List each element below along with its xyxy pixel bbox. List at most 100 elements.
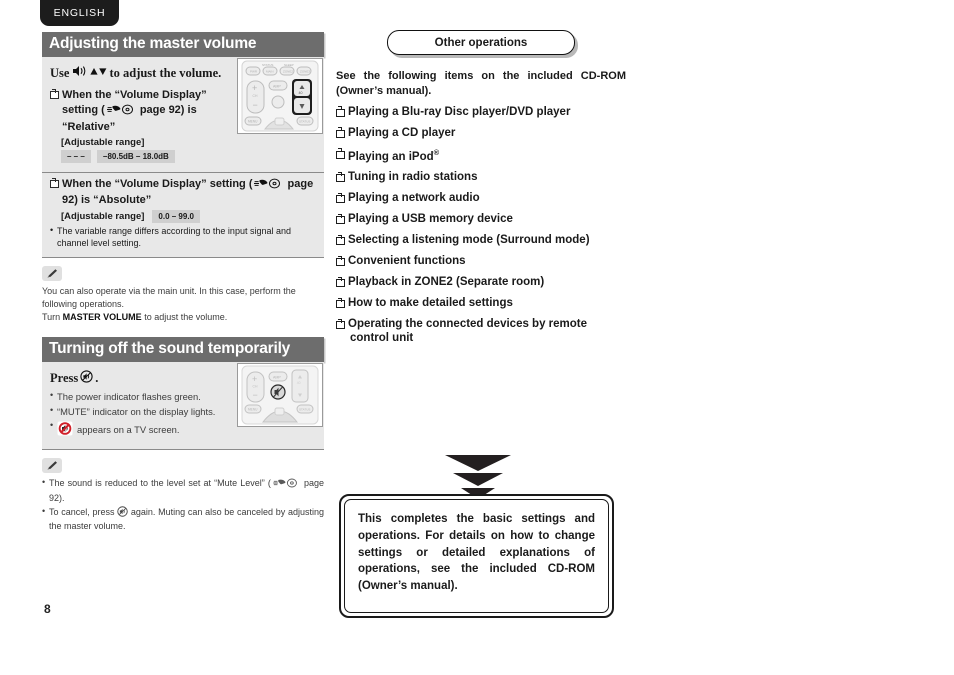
master-volume-emphasis: MASTER VOLUME bbox=[62, 311, 142, 322]
page-number: 8 bbox=[44, 602, 51, 616]
press-suffix: . bbox=[95, 370, 99, 385]
mute-bullet-1: The power indicator flashes green. bbox=[50, 390, 222, 403]
remote-control-volume-buttons-illustration: STATUS SLEEP PWR MAIN ZONE2 ZONE3 + CH − bbox=[237, 58, 323, 134]
note-text-main-unit: You can also operate via the main unit. … bbox=[42, 285, 324, 324]
note-block-mute-level: The sound is reduced to the level set at… bbox=[42, 458, 324, 532]
svg-text:CH: CH bbox=[253, 94, 258, 98]
note-line-2: Turn MASTER VOLUME to adjust the volume. bbox=[42, 311, 324, 324]
note-line-2-prefix: Turn bbox=[42, 311, 63, 322]
svg-text:MENU: MENU bbox=[248, 120, 258, 124]
down-triangles-icon bbox=[445, 455, 511, 499]
triangle-large bbox=[445, 455, 511, 471]
op-label-line2: control unit bbox=[350, 332, 414, 345]
mute-bullet-3-text: appears on a TV screen. bbox=[77, 424, 180, 436]
svg-text:+: + bbox=[252, 374, 257, 384]
svg-text:ZONE3: ZONE3 bbox=[300, 70, 310, 74]
checkbox-square-icon bbox=[336, 127, 345, 138]
op-label: Playing a network audio bbox=[348, 192, 480, 205]
up-down-arrows-icon bbox=[90, 66, 107, 80]
completion-callout-box: This completes the basic settings and op… bbox=[339, 494, 614, 618]
list-item: Operating the connected devices by remot… bbox=[336, 318, 626, 346]
volume-speaker-icon bbox=[71, 65, 88, 81]
press-prefix: Press bbox=[50, 370, 79, 385]
remote-control-mute-button-illustration: + CH − AMP 40 MENU STATUS bbox=[237, 362, 323, 427]
completion-callout-inner: This completes the basic settings and op… bbox=[344, 499, 609, 613]
range-chip-absolute: 0.0 – 99.0 bbox=[152, 210, 200, 224]
item-text-a: When the “Volume Display” setting ( bbox=[62, 177, 253, 190]
svg-text:PWR: PWR bbox=[250, 70, 258, 74]
list-item: Playing a USB memory device bbox=[336, 213, 626, 227]
volume-display-relative-item: When the “Volume Display” setting ( page… bbox=[50, 88, 222, 135]
svg-text:ZONE2: ZONE2 bbox=[283, 70, 293, 74]
svg-text:−: − bbox=[253, 100, 258, 110]
checkbox-square-icon bbox=[336, 148, 345, 159]
svg-text:−: − bbox=[253, 390, 258, 400]
right-column: Other operations See the following items… bbox=[336, 30, 626, 353]
svg-text:CH: CH bbox=[253, 384, 258, 388]
checkbox-square-icon bbox=[336, 172, 345, 183]
checkbox-square-icon bbox=[336, 297, 345, 309]
op-label: Tuning in radio stations bbox=[348, 171, 478, 184]
op-label: Selecting a listening mode (Surround mod… bbox=[348, 234, 590, 247]
note-text-mute-level: The sound is reduced to the level set at… bbox=[42, 476, 324, 532]
op-label: Playing an iPod bbox=[348, 150, 434, 163]
use-suffix: to adjust the volume. bbox=[109, 65, 222, 80]
checkbox-square-icon bbox=[336, 276, 345, 288]
checkbox-square-icon bbox=[336, 193, 345, 204]
mute-button-icon bbox=[117, 506, 128, 518]
checkbox-square-icon bbox=[50, 89, 59, 99]
left-column: Adjusting the master volume STATUS SLEEP… bbox=[42, 32, 324, 534]
checkbox-square-icon bbox=[336, 256, 345, 267]
svg-text:SLEEP: SLEEP bbox=[284, 63, 294, 67]
other-operations-label: Other operations bbox=[434, 36, 528, 49]
op-label: Convenient functions bbox=[348, 255, 466, 268]
adjustable-range-chips-1: – – – −80.5dB – 18.0dB bbox=[61, 149, 222, 163]
list-item: Convenient functions bbox=[336, 255, 626, 269]
mute-level-note-2: To cancel, press again. Muting can also … bbox=[42, 505, 324, 532]
note-line-2-suffix: to adjust the volume. bbox=[141, 311, 228, 322]
language-tab-label: ENGLISH bbox=[53, 7, 106, 19]
operations-list: Playing a Blu-ray Disc player/DVD player… bbox=[336, 106, 626, 346]
svg-text:40: 40 bbox=[297, 381, 301, 385]
variable-range-note: The variable range differs according to … bbox=[50, 225, 316, 249]
mute-bullet-2: “MUTE” indicator on the display lights. bbox=[50, 405, 222, 418]
list-item: Tuning in radio stations bbox=[336, 171, 626, 185]
list-item: Playback in ZONE2 (Separate room) bbox=[336, 276, 626, 290]
language-tab: ENGLISH bbox=[40, 0, 119, 26]
registered-trademark-icon: ® bbox=[433, 147, 440, 157]
checkbox-square-icon bbox=[336, 235, 345, 246]
checkbox-square-icon bbox=[50, 177, 59, 188]
op-label: Playing a USB memory device bbox=[348, 213, 513, 226]
section-heading-adjusting-master-volume: Adjusting the master volume bbox=[42, 32, 324, 57]
section-heading-turning-off-sound: Turning off the sound temporarily bbox=[42, 336, 324, 362]
volume-display-absolute-block: When the “Volume Display” setting ( page… bbox=[42, 171, 324, 258]
mute-crossed-speaker-icon bbox=[57, 421, 73, 439]
list-item: Playing a Blu-ray Disc player/DVD player bbox=[336, 106, 626, 120]
other-operations-heading: Other operations bbox=[387, 30, 575, 55]
op-label: Playing a Blu-ray Disc player/DVD player bbox=[348, 105, 571, 118]
svg-text:40: 40 bbox=[299, 91, 303, 95]
cancel-note-text-a: To cancel, press bbox=[49, 507, 118, 518]
range-chip-dashes: – – – bbox=[61, 149, 91, 163]
op-label: Operating the connected devices by remot… bbox=[348, 318, 588, 331]
completion-text: This completes the basic settings and op… bbox=[358, 513, 595, 593]
page-reference-hand-disc-icon bbox=[272, 478, 300, 492]
adjustable-range-label-1: [Adjustable range] bbox=[61, 136, 145, 148]
pencil-note-icon bbox=[42, 265, 62, 281]
mute-note-text-a: The sound is reduced to the level set at… bbox=[49, 478, 271, 489]
triangle-medium bbox=[453, 473, 503, 486]
range-chip-db: −80.5dB – 18.0dB bbox=[96, 149, 175, 163]
checkbox-square-icon bbox=[336, 106, 345, 117]
note-line-1: You can also operate via the main unit. … bbox=[42, 285, 296, 309]
svg-text:MENU: MENU bbox=[248, 407, 258, 411]
svg-text:AMP: AMP bbox=[273, 375, 281, 379]
section-body-turning-off-sound: + CH − AMP 40 MENU STATUS Press . • The … bbox=[42, 361, 324, 451]
page-reference-hand-disc-icon bbox=[253, 178, 283, 194]
op-label: How to make detailed settings bbox=[348, 297, 513, 310]
checkbox-square-icon bbox=[336, 318, 345, 330]
list-item: Playing a network audio bbox=[336, 192, 626, 206]
checkbox-square-icon bbox=[336, 214, 345, 225]
mute-button-icon bbox=[80, 370, 93, 387]
list-item: Playing a CD player bbox=[336, 127, 626, 141]
manual-page: ENGLISH Adjusting the master volume STAT… bbox=[0, 0, 954, 675]
